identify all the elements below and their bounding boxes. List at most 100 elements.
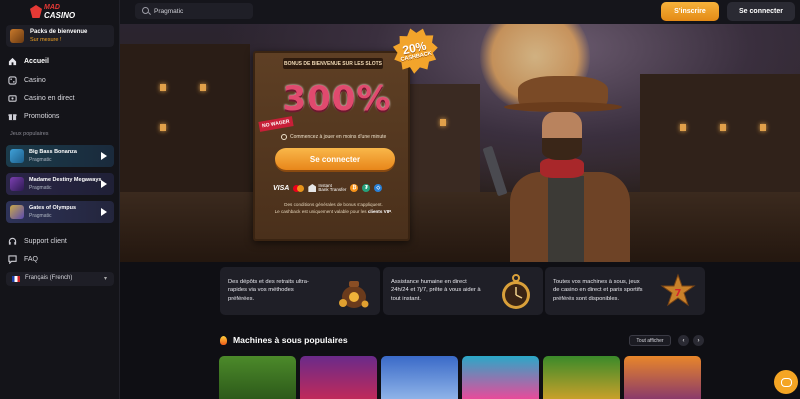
search-box[interactable] bbox=[135, 3, 253, 19]
no-wager-badge: NO WAGER bbox=[258, 116, 294, 132]
slot-card-6[interactable] bbox=[624, 356, 701, 399]
feature-card-games: Toutes vos machines à sous, jeux de casi… bbox=[545, 267, 705, 315]
play-icon[interactable] bbox=[101, 180, 107, 188]
building-middle bbox=[410, 84, 480, 194]
sidebar-item-accueil[interactable]: Accueil bbox=[8, 55, 113, 67]
game-thumbnail bbox=[10, 177, 24, 191]
window-light bbox=[720, 124, 726, 131]
promo-time-note: Commencez à jouer en moins d'une minute bbox=[281, 134, 409, 140]
bank-icon bbox=[308, 184, 317, 192]
headset-icon bbox=[8, 237, 17, 246]
slot-card-4[interactable] bbox=[462, 356, 539, 399]
casino-icon bbox=[8, 75, 17, 85]
slot-card-2[interactable] bbox=[300, 356, 377, 399]
chevron-right-icon: › bbox=[697, 337, 700, 344]
chat-icon bbox=[780, 377, 792, 387]
promo-terms-line1: Des conditions générales de bonus s'appl… bbox=[284, 202, 383, 207]
clock-icon bbox=[281, 134, 287, 140]
sidebar-item-faq[interactable]: FAQ bbox=[8, 253, 113, 265]
slot-card-1[interactable] bbox=[219, 356, 296, 399]
promo-terms: Des conditions générales de bonus s'appl… bbox=[274, 202, 393, 214]
top-bar: S'inscrire Se connecter bbox=[120, 0, 800, 24]
game-name: Big Bass Bonanza bbox=[29, 149, 77, 155]
sidebar-item-label: Casino en direct bbox=[24, 94, 75, 102]
cowboy-scarf bbox=[540, 158, 584, 178]
visa-logo: VISA bbox=[273, 184, 290, 192]
welcome-pack-banner[interactable]: Packs de bienvenue Sur mesure ! bbox=[6, 25, 114, 47]
feature-text: Des dépôts et des retraits ultra-rapides… bbox=[228, 279, 309, 302]
sidebar-item-casino[interactable]: Casino bbox=[8, 74, 113, 86]
sidebar-item-label: Support client bbox=[24, 237, 67, 245]
promo-terms-line2: Le cashback est uniquement valable pour … bbox=[274, 209, 367, 214]
popular-games-title: Jeux populaires bbox=[10, 131, 49, 137]
search-icon bbox=[142, 7, 149, 14]
logo-text-mad: MAD bbox=[44, 4, 60, 11]
popular-slots-title: Machines à sous populaires bbox=[233, 335, 348, 345]
crypto-icon: ◇ bbox=[374, 184, 383, 192]
revolver-icon bbox=[482, 145, 508, 197]
treasure-chest-icon bbox=[10, 29, 24, 43]
sidebar-item-label: Accueil bbox=[24, 57, 49, 65]
faq-icon bbox=[8, 254, 17, 264]
live-chat-button[interactable] bbox=[774, 370, 798, 394]
feature-text: Toutes vos machines à sous, jeux de casi… bbox=[553, 279, 643, 302]
sidebar-item-casino-en-direct[interactable]: Casino en direct bbox=[8, 92, 113, 104]
game-thumbnail bbox=[10, 149, 24, 163]
sidebar-game-madame-destiny-megaways[interactable]: Madame Destiny Megaways Pragmatic bbox=[6, 173, 114, 195]
sidebar-item-label: FAQ bbox=[24, 255, 39, 263]
bank-text: Instant Bank Transfer bbox=[318, 183, 346, 193]
promo-login-button[interactable]: Se connecter bbox=[275, 148, 395, 170]
flame-icon bbox=[220, 335, 227, 345]
svg-text:7: 7 bbox=[675, 288, 682, 299]
promo-title-bar: BONUS DE BIENVENUE SUR LES SLOTS bbox=[283, 58, 383, 69]
french-flag-icon bbox=[12, 276, 20, 282]
welcome-bonus-card: BONUS DE BIENVENUE SUR LES SLOTS 300% NO… bbox=[253, 51, 410, 241]
pocket-watch-icon bbox=[497, 273, 535, 311]
show-all-button[interactable]: Tout afficher bbox=[629, 335, 671, 346]
search-input[interactable] bbox=[154, 5, 249, 17]
game-provider: Pragmatic bbox=[29, 185, 52, 191]
window-light bbox=[200, 84, 206, 91]
window-light bbox=[160, 84, 166, 91]
scroll-left-button[interactable]: ‹ bbox=[678, 335, 689, 346]
tether-icon: ₮ bbox=[362, 184, 371, 192]
login-button[interactable]: Se connecter bbox=[727, 2, 795, 21]
hero-banner: BONUS DE BIENVENUE SUR LES SLOTS 300% NO… bbox=[120, 24, 800, 262]
sidebar-item-label: Casino bbox=[24, 76, 46, 84]
feature-card-support: Assistance humaine en direct 24h/24 et 7… bbox=[383, 267, 543, 315]
promotions-icon bbox=[8, 112, 17, 121]
register-button[interactable]: S'inscrire bbox=[661, 2, 719, 21]
game-provider: Pragmatic bbox=[29, 157, 52, 163]
window-light bbox=[440, 119, 446, 126]
building-right bbox=[640, 74, 800, 194]
language-selector[interactable]: Français (French) ▾ bbox=[6, 272, 114, 286]
bonus-percent: 300% bbox=[282, 79, 392, 119]
scroll-right-button[interactable]: › bbox=[693, 335, 704, 346]
bitcoin-icon: ₿ bbox=[350, 184, 359, 192]
logo[interactable]: MAD CASINO bbox=[30, 4, 90, 20]
cowboy-hat bbox=[504, 76, 622, 112]
money-bag-icon bbox=[334, 273, 372, 311]
play-icon[interactable] bbox=[101, 152, 107, 160]
chevron-down-icon: ▾ bbox=[103, 276, 107, 282]
sidebar-item-support[interactable]: Support client bbox=[8, 235, 113, 247]
sidebar: MAD CASINO Packs de bienvenue Sur mesure… bbox=[0, 0, 120, 399]
cowboy-vest bbox=[548, 176, 584, 262]
promo-time-text: Commencez à jouer en moins d'une minute bbox=[290, 134, 387, 140]
sidebar-game-gates-of-olympus[interactable]: Gates of Olympus Pragmatic bbox=[6, 201, 114, 223]
game-name: Madame Destiny Megaways bbox=[29, 177, 102, 183]
sidebar-game-big-bass-bonanza[interactable]: Big Bass Bonanza Pragmatic bbox=[6, 145, 114, 167]
street-ground bbox=[120, 192, 800, 262]
cowboy-illustration bbox=[482, 76, 640, 262]
promo-title: BONUS DE BIENVENUE SUR LES SLOTS bbox=[283, 60, 383, 67]
building-left bbox=[120, 44, 250, 194]
game-provider: Pragmatic bbox=[29, 213, 52, 219]
window-light bbox=[160, 124, 166, 131]
vip-clients-text: clients VIP bbox=[367, 209, 392, 214]
payment-methods: VISA Instant Bank Transfer ₿ ₮ ◇ bbox=[273, 182, 398, 194]
mastercard-icon bbox=[293, 184, 305, 192]
slot-card-3[interactable] bbox=[381, 356, 458, 399]
play-icon[interactable] bbox=[101, 208, 107, 216]
slot-card-5[interactable] bbox=[543, 356, 620, 399]
sidebar-item-promotions[interactable]: Promotions bbox=[8, 110, 113, 122]
